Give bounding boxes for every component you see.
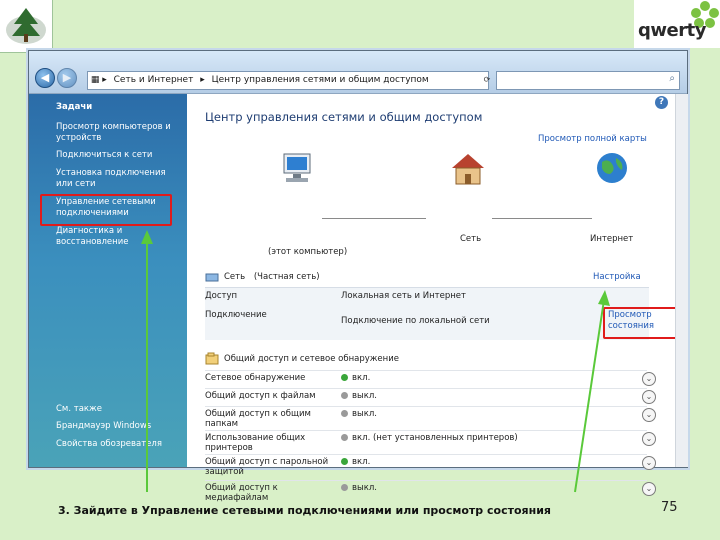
sharing-row-status: вкл. (нет установленных принтеров)	[341, 433, 518, 443]
explorer-window: ◀ ▶ ▦ ▸ Сеть и Интернет ▸ Центр управлен…	[28, 50, 688, 503]
expand-chevron-icon[interactable]: ⌄	[642, 408, 656, 422]
sharing-row-status: вкл.	[341, 373, 370, 383]
see-also-heading: См. также	[56, 404, 102, 414]
sharing-row-status: выкл.	[341, 483, 377, 493]
globe-icon	[597, 153, 627, 183]
status-dot-icon	[341, 392, 348, 399]
this-computer-label: (этот компьютер)	[268, 247, 348, 257]
slide-logo-left	[0, 0, 53, 53]
connection-line-2	[492, 218, 592, 219]
breadcrumb-item-network[interactable]: Сеть и Интернет	[114, 75, 194, 85]
access-label: Доступ	[205, 291, 238, 301]
sharing-row-label: Сетевое обнаружение	[205, 373, 306, 383]
expand-chevron-icon[interactable]: ⌄	[642, 456, 656, 470]
sharing-heading: Общий доступ и сетевое обнаружение	[224, 354, 399, 364]
status-dot-icon	[341, 434, 348, 441]
sharing-icon	[205, 352, 219, 365]
sharing-row-value: выкл.	[352, 409, 377, 419]
expand-chevron-icon[interactable]: ⌄	[642, 482, 656, 496]
network-type: (Частная сеть)	[253, 272, 320, 282]
expand-chevron-icon[interactable]: ⌄	[642, 372, 656, 386]
connection-line-1	[322, 218, 426, 219]
connection-value: Подключение по локальной сети	[341, 316, 490, 326]
sharing-row: Общий доступ к файлам выкл. ⌄	[205, 388, 656, 404]
sharing-row-label: Использование общих принтеров	[205, 433, 306, 453]
sharing-row-value: выкл.	[352, 391, 377, 401]
breadcrumb-item-center[interactable]: Центр управления сетями и общим доступом	[212, 75, 429, 85]
view-status-highlight	[603, 307, 681, 339]
tree-logo-icon	[2, 2, 50, 50]
sharing-row: Общий доступ к общим папкам выкл. ⌄	[205, 406, 656, 429]
search-input[interactable]: ⌕	[496, 71, 680, 90]
computer-icon	[283, 153, 311, 182]
sharing-row-value: вкл. (нет установленных принтеров)	[352, 433, 518, 443]
breadcrumb-separator-icon: ▸	[200, 75, 205, 85]
sharing-row-value: выкл.	[352, 483, 377, 493]
sharing-row: Общий доступ с парольной защитой вкл. ⌄	[205, 454, 656, 477]
sharing-row-status: выкл.	[341, 391, 377, 401]
address-bar: ◀ ▶ ▦ ▸ Сеть и Интернет ▸ Центр управлен…	[29, 51, 687, 94]
sidebar-item-connect[interactable]: Подключиться к сети	[56, 150, 178, 161]
sharing-row: Общий доступ к медиафайлам выкл. ⌄	[205, 480, 656, 503]
sharing-row-value: вкл.	[352, 373, 371, 383]
status-dot-icon	[341, 484, 348, 491]
expand-chevron-icon[interactable]: ⌄	[642, 432, 656, 446]
logo-text: qwerty	[638, 20, 706, 41]
page-title: Центр управления сетями и общим доступом	[205, 110, 483, 124]
status-dot-icon	[341, 458, 348, 465]
forward-button[interactable]: ▶	[57, 68, 77, 88]
breadcrumb[interactable]: ▦ ▸ Сеть и Интернет ▸ Центр управления с…	[87, 71, 489, 90]
access-value: Локальная сеть и Интернет	[341, 291, 466, 301]
status-dot-icon	[341, 410, 348, 417]
network-bench-icon	[205, 273, 219, 282]
sidebar-heading: Задачи	[56, 102, 93, 112]
search-icon: ⌕	[669, 73, 675, 84]
sharing-row-status: выкл.	[341, 409, 377, 419]
sharing-row-status: вкл.	[341, 457, 370, 467]
sidebar-item-view-computers[interactable]: Просмотр компьютеров и устройств	[56, 122, 178, 144]
sharing-row: Сетевое обнаружение вкл. ⌄	[205, 370, 656, 386]
status-dot-icon	[341, 374, 348, 381]
view-full-map-link[interactable]: Просмотр полной карты	[538, 134, 647, 144]
network-name: Сеть	[224, 272, 246, 282]
network-node-label: Сеть	[460, 234, 482, 244]
sidebar-item-setup-connection[interactable]: Установка подключения или сети	[56, 168, 178, 190]
manage-connections-highlight	[40, 194, 172, 226]
scrollbar[interactable]	[675, 94, 688, 467]
sharing-row-label: Общий доступ с парольной защитой	[205, 457, 329, 477]
page-number: 75	[661, 500, 678, 515]
customize-link[interactable]: Настройка	[593, 272, 641, 282]
instruction-text: 3. Зайдите в Управление сетевыми подключ…	[58, 504, 551, 517]
sharing-row-label: Общий доступ к общим папкам	[205, 409, 311, 429]
sharing-row: Использование общих принтеров вкл. (нет у…	[205, 430, 656, 453]
sidebar-item-internet-options[interactable]: Свойства обозревателя	[56, 439, 178, 450]
internet-node-label: Интернет	[590, 234, 634, 244]
main-pane: ? Центр управления сетями и общим доступ…	[188, 94, 688, 503]
connection-label: Подключение	[205, 310, 267, 320]
refresh-icon[interactable]: ⟳	[479, 71, 495, 88]
access-row: Доступ Локальная сеть и Интернет	[205, 291, 647, 301]
help-icon[interactable]: ?	[655, 96, 668, 109]
sidebar-item-diagnostics[interactable]: Диагностика и восстановление	[56, 226, 178, 248]
sharing-row-value: вкл.	[352, 457, 371, 467]
network-house-icon	[452, 154, 484, 185]
back-button[interactable]: ◀	[35, 68, 55, 88]
connection-row: Подключение Подключение по локальной сет…	[205, 310, 647, 326]
sidebar-item-firewall[interactable]: Брандмауэр Windows	[56, 421, 178, 432]
qwerty-logo: qwerty	[634, 0, 720, 48]
expand-chevron-icon[interactable]: ⌄	[642, 390, 656, 404]
task-sidebar: Задачи Просмотр компьютеров и устройств …	[29, 94, 187, 467]
sharing-row-label: Общий доступ к файлам	[205, 391, 316, 401]
sharing-row-label: Общий доступ к медиафайлам	[205, 483, 278, 503]
network-folder-icon: ▦ ▸	[88, 75, 107, 85]
